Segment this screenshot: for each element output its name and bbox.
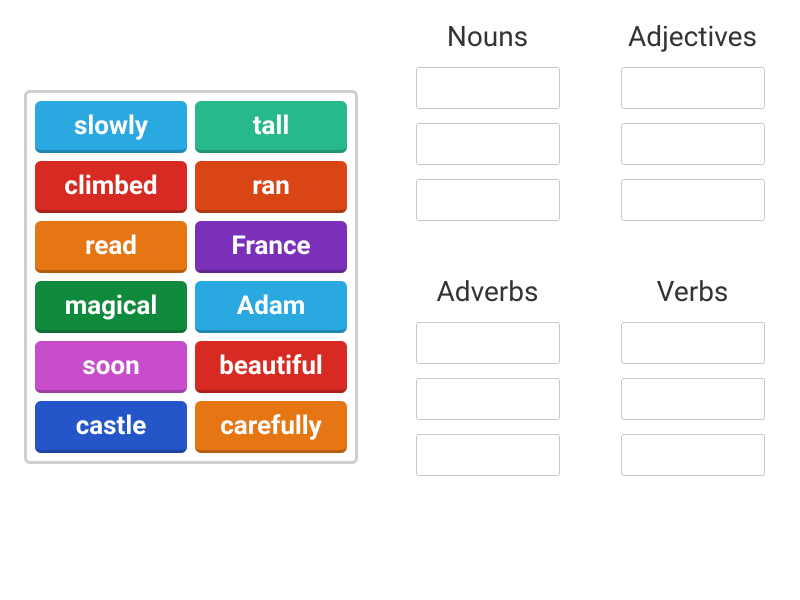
drop-slot[interactable] <box>621 322 765 364</box>
drop-slot[interactable] <box>416 434 560 476</box>
word-tile-slowly[interactable]: slowly <box>35 101 187 153</box>
word-tile-adam[interactable]: Adam <box>195 281 347 333</box>
word-tile-france[interactable]: France <box>195 221 347 273</box>
categories-grid: Nouns Adjectives Adverbs Verbs <box>400 20 780 490</box>
category-title: Nouns <box>447 20 528 53</box>
drop-slot[interactable] <box>416 322 560 364</box>
drop-slot[interactable] <box>416 179 560 221</box>
category-verbs: Verbs <box>605 275 780 490</box>
drop-slot[interactable] <box>621 123 765 165</box>
word-tile-climbed[interactable]: climbed <box>35 161 187 213</box>
word-tile-magical[interactable]: magical <box>35 281 187 333</box>
drop-slot[interactable] <box>621 378 765 420</box>
category-nouns: Nouns <box>400 20 575 235</box>
word-tile-castle[interactable]: castle <box>35 401 187 453</box>
drop-slot[interactable] <box>621 179 765 221</box>
category-title: Verbs <box>657 275 729 308</box>
category-adjectives: Adjectives <box>605 20 780 235</box>
drop-slot[interactable] <box>416 378 560 420</box>
drop-slot[interactable] <box>621 434 765 476</box>
category-title: Adverbs <box>437 275 539 308</box>
category-adverbs: Adverbs <box>400 275 575 490</box>
word-tile-ran[interactable]: ran <box>195 161 347 213</box>
word-tile-read[interactable]: read <box>35 221 187 273</box>
drop-slot[interactable] <box>416 123 560 165</box>
word-tile-beautiful[interactable]: beautiful <box>195 341 347 393</box>
category-title: Adjectives <box>628 20 757 53</box>
word-tile-carefully[interactable]: carefully <box>195 401 347 453</box>
word-tile-soon[interactable]: soon <box>35 341 187 393</box>
drop-slot[interactable] <box>621 67 765 109</box>
word-bank: slowlytallclimbedranreadFrancemagicalAda… <box>24 90 358 464</box>
drop-slot[interactable] <box>416 67 560 109</box>
word-tile-tall[interactable]: tall <box>195 101 347 153</box>
